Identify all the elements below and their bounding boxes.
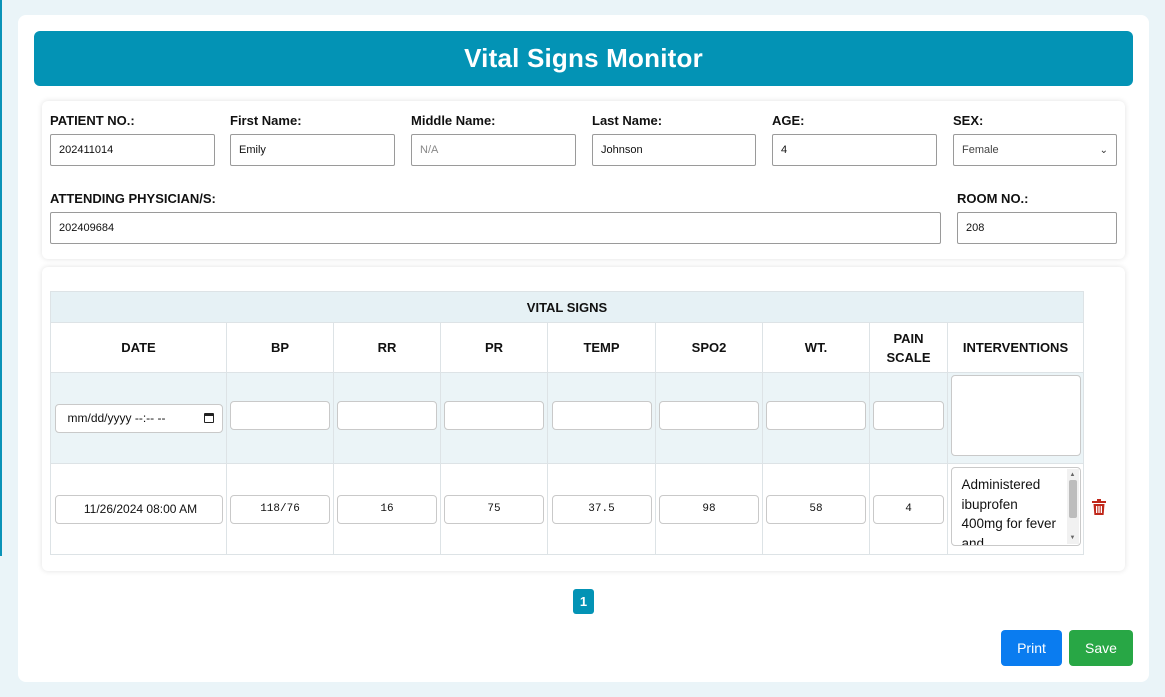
new-temp-input[interactable] [551, 401, 652, 430]
scroll-thumb[interactable] [1068, 480, 1077, 518]
col-temp: TEMP [547, 322, 656, 373]
new-date-placeholder: mm/dd/yyyy --:-- -- [67, 411, 166, 425]
save-button[interactable]: Save [1069, 630, 1133, 666]
new-wt-input[interactable] [766, 401, 866, 430]
col-rr: RR [333, 322, 441, 373]
row-interventions-text: Administered ibuprofen 400mg for fever a… [961, 477, 1057, 546]
new-date-input[interactable]: mm/dd/yyyy --:-- -- [54, 403, 223, 433]
first-name-field: First Name: Emily [230, 113, 395, 166]
page-title: Vital Signs Monitor [464, 43, 703, 73]
last-name-input[interactable]: Johnson [592, 134, 756, 166]
col-pain-line1: PAIN [893, 330, 924, 346]
pagination-page-1[interactable]: 1 [573, 589, 594, 614]
left-accent-bar [0, 0, 2, 556]
col-date: DATE [50, 322, 227, 373]
col-interventions: INTERVENTIONS [947, 322, 1084, 373]
sex-select[interactable]: Female ⌄ [953, 134, 1117, 166]
vitals-table: VITAL SIGNS DATE BP RR PR TEMP SPO2 WT. … [50, 291, 1114, 555]
room-field: ROOM NO.: 208 [957, 191, 1117, 244]
physician-input[interactable]: 202409684 [50, 212, 941, 244]
new-pain-input[interactable] [873, 401, 944, 430]
room-input[interactable]: 208 [957, 212, 1117, 244]
patient-no-field: PATIENT NO.: 202411014 [50, 113, 215, 166]
new-bp-input[interactable] [230, 401, 330, 430]
new-interventions-textarea[interactable] [950, 375, 1081, 456]
textarea-scrollbar[interactable]: ▲ ▼ [1066, 469, 1079, 544]
col-wt: WT. [762, 322, 870, 373]
patient-no-label: PATIENT NO.: [50, 113, 135, 128]
age-label: AGE: [772, 113, 805, 128]
row-spo2-input[interactable]: 98 [659, 494, 759, 524]
vitals-panel: VITAL SIGNS DATE BP RR PR TEMP SPO2 WT. … [42, 267, 1125, 571]
vitals-header-row: DATE BP RR PR TEMP SPO2 WT. PAIN SCALE I… [50, 322, 1114, 373]
vitals-title-row: VITAL SIGNS [50, 291, 1114, 323]
scroll-up-icon[interactable]: ▲ [1070, 472, 1076, 478]
row-bp-input[interactable]: 118/76 [230, 494, 330, 524]
middle-name-field: Middle Name: N/A [411, 113, 576, 166]
row-pain-input[interactable]: 4 [873, 494, 944, 524]
page-header: Vital Signs Monitor [34, 31, 1133, 86]
new-pr-input[interactable] [444, 401, 544, 430]
first-name-input[interactable]: Emily [230, 134, 395, 166]
scroll-down-icon[interactable]: ▼ [1070, 535, 1076, 541]
chevron-down-icon: ⌄ [1099, 144, 1108, 156]
row-wt-input[interactable]: 58 [766, 494, 866, 524]
col-bp: BP [226, 322, 334, 373]
new-rr-input[interactable] [337, 401, 437, 430]
vitals-row: 11/26/2024 08:00 AM 118/76 16 75 37.5 98… [50, 463, 1114, 555]
row-rr-input[interactable]: 16 [337, 494, 437, 524]
new-spo2-input[interactable] [659, 401, 759, 430]
calendar-icon[interactable] [203, 413, 214, 423]
trash-icon[interactable] [1091, 498, 1106, 520]
new-entry-row: mm/dd/yyyy --:-- -- [50, 372, 1114, 464]
last-name-label: Last Name: [592, 113, 663, 128]
row-pr-input[interactable]: 75 [444, 494, 544, 524]
middle-name-input[interactable]: N/A [411, 134, 576, 166]
patient-no-input[interactable]: 202411014 [50, 134, 215, 166]
sex-select-value: Female [962, 144, 999, 156]
sex-field: SEX: Female ⌄ [953, 113, 1117, 166]
physician-label: ATTENDING PHYSICIAN/S: [50, 191, 216, 206]
row-temp-input[interactable]: 37.5 [551, 494, 652, 524]
col-pain-scale: PAIN SCALE [869, 322, 948, 373]
middle-name-label: Middle Name: [411, 113, 496, 128]
patient-info-panel: PATIENT NO.: 202411014 First Name: Emily… [42, 101, 1125, 259]
age-field: AGE: 4 [772, 113, 937, 166]
physician-field: ATTENDING PHYSICIAN/S: 202409684 [50, 191, 941, 244]
col-pain-line2: SCALE [886, 349, 931, 365]
sex-label: SEX: [953, 113, 984, 128]
col-pr: PR [440, 322, 548, 373]
first-name-label: First Name: [230, 113, 302, 128]
col-spo2: SPO2 [655, 322, 763, 373]
room-label: ROOM NO.: [957, 191, 1029, 206]
last-name-field: Last Name: Johnson [592, 113, 756, 166]
row-interventions-textarea[interactable]: Administered ibuprofen 400mg for fever a… [950, 467, 1081, 546]
row-date-input[interactable]: 11/26/2024 08:00 AM [54, 494, 223, 524]
print-button[interactable]: Print [1001, 630, 1062, 666]
main-card: Vital Signs Monitor PATIENT NO.: 2024110… [18, 15, 1149, 682]
age-input[interactable]: 4 [772, 134, 937, 166]
vitals-title: VITAL SIGNS [50, 291, 1084, 323]
